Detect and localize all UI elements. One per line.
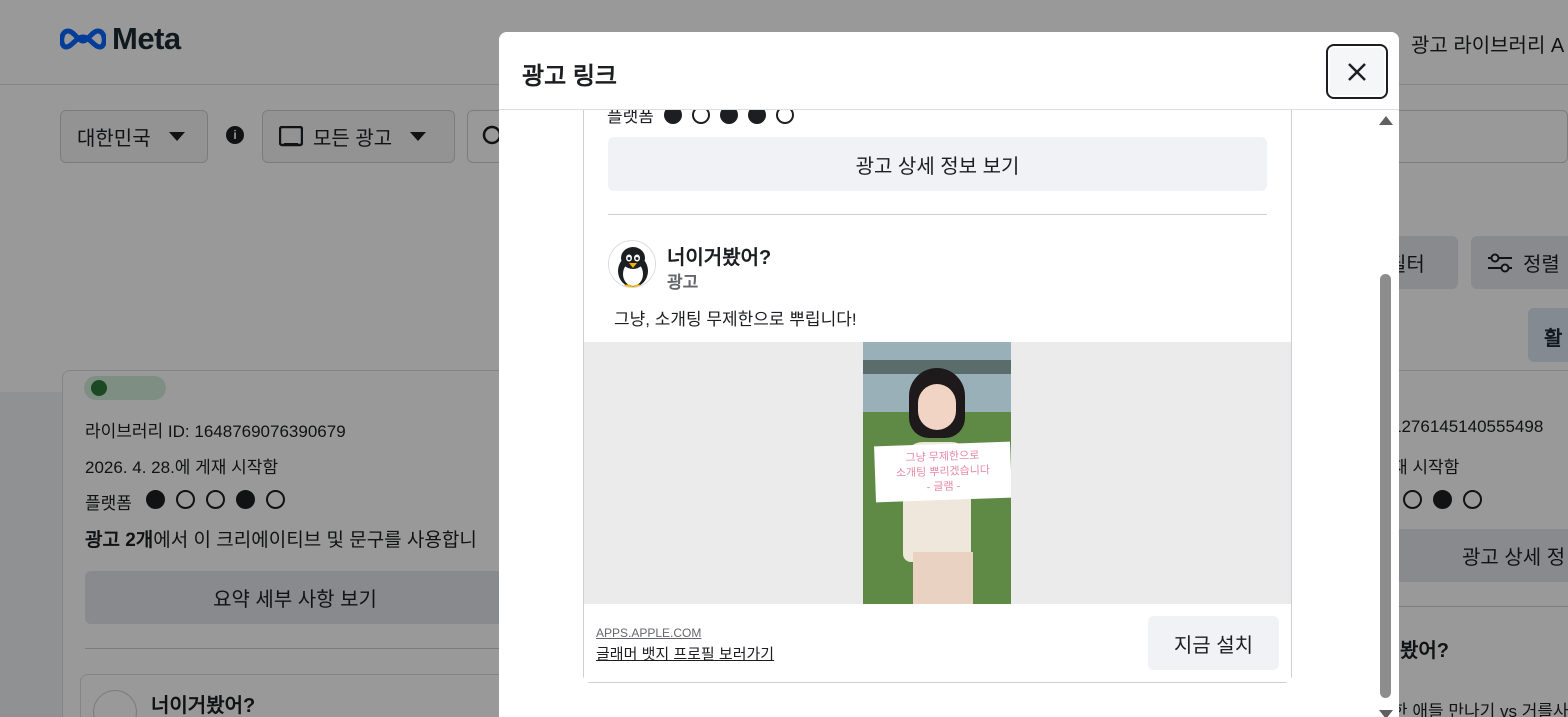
ad-media: 그냥 무제한으로 소개팅 뿌리겠습니다 - 글램 - xyxy=(584,342,1291,604)
ad-details-button[interactable]: 광고 상세 정보 보기 xyxy=(608,137,1267,191)
dialog-title: 광고 링크 xyxy=(522,63,617,90)
cta-title-link[interactable]: 글래머 뱃지 프로필 보러가기 xyxy=(596,643,774,664)
scroll-down-arrow-icon[interactable] xyxy=(1379,710,1393,717)
close-button[interactable] xyxy=(1326,44,1388,99)
dialog-scrollbar[interactable] xyxy=(1377,110,1393,717)
ad-link-dialog: 광고 링크 플랫폼 광고 상세 정보 보기 너이거봤어? 광고 그냥, 소개팅 … xyxy=(499,32,1399,717)
install-now-label: 지금 설치 xyxy=(1173,634,1254,657)
ad-body-text: 그냥, 소개팅 무제한으로 뿌립니다! xyxy=(614,310,857,329)
cta-domain-link[interactable]: APPS.APPLE.COM xyxy=(596,626,701,640)
scroll-up-arrow-icon[interactable] xyxy=(1379,116,1393,125)
scrollbar-thumb[interactable] xyxy=(1380,274,1391,698)
dialog-header: 광고 링크 xyxy=(499,32,1399,110)
dialog-body: 플랫폼 광고 상세 정보 보기 너이거봤어? 광고 그냥, 소개팅 무제한으로 … xyxy=(499,90,1399,717)
close-icon xyxy=(1348,63,1366,81)
ad-details-label: 광고 상세 정보 보기 xyxy=(855,155,1020,178)
image-legs xyxy=(913,552,973,604)
install-now-button[interactable]: 지금 설치 xyxy=(1148,616,1279,670)
penguin-avatar-icon xyxy=(618,247,648,287)
image-face xyxy=(918,384,956,430)
avatar[interactable] xyxy=(608,240,656,288)
page-name[interactable]: 너이거봤어? xyxy=(667,241,771,270)
cta-row: APPS.APPLE.COM 글래머 뱃지 프로필 보러가기 지금 설치 xyxy=(584,604,1291,682)
sponsored-label: 광고 xyxy=(667,273,699,292)
image-sign: 그냥 무제한으로 소개팅 뿌리겠습니다 - 글램 - xyxy=(874,441,1011,503)
ad-creative-image[interactable]: 그냥 무제한으로 소개팅 뿌리겠습니다 - 글램 - xyxy=(863,342,1011,604)
divider xyxy=(608,214,1267,215)
